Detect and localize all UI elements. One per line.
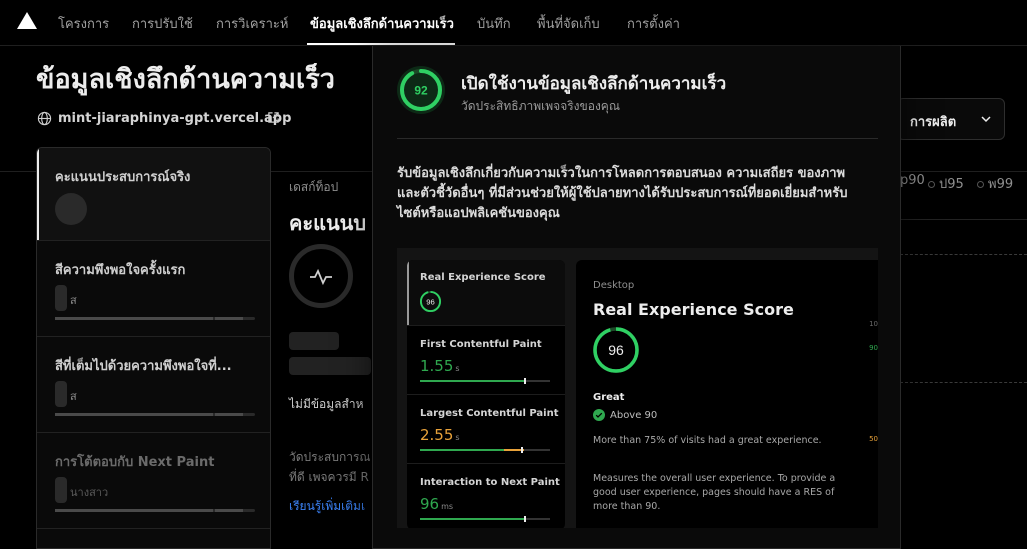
tab-projects[interactable]: โครงการ [58, 13, 109, 34]
preview-metric-list: Real Experience Score 96 First Contentfu… [407, 260, 565, 528]
preview-metric-bar [420, 516, 550, 522]
value-skeleton [55, 285, 67, 311]
metric-unit: นางสาว [70, 486, 109, 499]
score-badge-icon: 92 [397, 66, 445, 114]
axis-tick: 50 [869, 435, 878, 443]
top-nav: โครงการ การปรับใช้ การวิเคราะห์ ข้อมูลเช… [0, 0, 1027, 46]
metric-bar [55, 413, 255, 416]
external-link-icon[interactable] [267, 111, 280, 124]
tab-deployments[interactable]: การปรับใช้ [132, 13, 193, 34]
preview-item-fcp: First Contentful Paint 1.55 s [407, 326, 565, 395]
metric-name: คะแนนประสบการณ์จริง [55, 170, 191, 185]
svg-text:92: 92 [414, 84, 428, 98]
percentile-label: ป95 [939, 177, 964, 192]
percentile-label: p90 [900, 173, 925, 188]
preview-metric-name: Real Experience Score [420, 272, 546, 283]
chart-divider [900, 219, 1027, 220]
environment-value: การผลิต [910, 115, 957, 130]
metric-bar [55, 317, 255, 320]
preview-metric-value: 2.55 s [420, 426, 460, 444]
preview-metric-bar [420, 378, 550, 384]
enable-speed-insights-popover: 92 เปิดใช้งานข้อมูลเชิงลึกด้านความเร็ว ว… [372, 46, 901, 549]
vercel-logo-icon[interactable] [17, 12, 37, 29]
radio-icon [977, 181, 984, 188]
check-circle-icon [593, 409, 605, 421]
detail-description: วัดประสบการณ ที่ดี เพจควรมี R [289, 447, 371, 487]
page-title: ข้อมูลเชิงลึกด้านความเร็ว [36, 64, 335, 95]
globe-icon [37, 111, 52, 126]
chart-gridline [900, 254, 1027, 255]
preview-detail-title: Real Experience Score [593, 300, 794, 319]
loading-spinner-icon [55, 193, 87, 225]
preview-item-inp: Interaction to Next Paint 96 ms [407, 464, 565, 528]
score-ring-icon: 96 [593, 327, 639, 373]
threshold-label: Above 90 [610, 410, 658, 421]
preview-device-label: Desktop [593, 280, 635, 291]
visits-summary: More than 75% of visits had a great expe… [593, 435, 822, 446]
metric-bar [55, 509, 255, 512]
learn-more-link[interactable]: เรียนรู้เพิ่มเติมเ [289, 497, 365, 516]
chevron-down-icon [981, 116, 991, 123]
detail-desc-line: ที่ดี เพจควรมี R [289, 470, 369, 484]
preview-metric-value: 1.55 s [420, 357, 460, 375]
tab-settings[interactable]: การตั้งค่า [627, 13, 680, 34]
metric-name: สีที่เต็มไปด้วยความพึงพอใจที่... [55, 359, 232, 374]
preview-metric-name: Largest Contentful Paint [420, 408, 559, 419]
preview-item-res: Real Experience Score 96 [407, 260, 565, 326]
preview-metric-name: Interaction to Next Paint [420, 477, 560, 488]
no-data-message: ไม่มีข้อมูลสำห [289, 397, 364, 411]
value-skeleton [55, 381, 67, 407]
percentile-p99[interactable]: พ99 [977, 173, 1013, 194]
metric-description: Measures the overall user experience. To… [593, 473, 836, 512]
popover-body: รับข้อมูลเชิงลึกเกี่ยวกับความเร็วในการโห… [397, 166, 848, 221]
metric-unit: ส [70, 294, 77, 307]
radio-icon [928, 181, 935, 188]
metric-name: การโต้ตอบกับ Next Paint [55, 455, 215, 470]
preview-metric-bar [420, 447, 550, 453]
metric-item-lcp[interactable]: สีที่เต็มไปด้วยความพึงพอใจที่... ส [37, 337, 270, 433]
tab-storage[interactable]: พื้นที่จัดเก็บ [537, 13, 600, 34]
metric-unit: ส [70, 390, 77, 403]
tab-logs[interactable]: บันทึก [477, 13, 511, 34]
domain-link[interactable]: mint-jiaraphinya-gpt.vercel.app [58, 111, 291, 126]
percentile-p95[interactable]: ป95 [928, 173, 964, 194]
pulse-icon [310, 268, 332, 286]
percentile-p90[interactable]: p90 [900, 173, 925, 188]
preview-metric-value: 96 ms [420, 495, 454, 513]
chart-gridline [900, 382, 1027, 383]
device-label: เดสก์ท็อป [289, 180, 339, 194]
active-tab-indicator [307, 43, 455, 45]
rating-label: Great [593, 392, 625, 403]
value-skeleton [55, 477, 67, 503]
popover-divider [397, 138, 878, 139]
preview-image: Real Experience Score 96 First Contentfu… [397, 248, 878, 528]
popover-subtitle: วัดประสิทธิภาพเพจจริงของคุณ [461, 99, 620, 113]
metric-item-res[interactable]: คะแนนประสบการณ์จริง [37, 148, 270, 241]
detail-desc-line: วัดประสบการณ [289, 450, 371, 464]
tab-speed-insights[interactable]: ข้อมูลเชิงลึกด้านความเร็ว [310, 13, 454, 34]
preview-metric-name: First Contentful Paint [420, 339, 542, 350]
metric-item-inp[interactable]: การโต้ตอบกับ Next Paint นางสาว [37, 433, 270, 529]
axis-tick: 90 [869, 344, 878, 352]
axis-tick: 10 [869, 320, 878, 328]
metric-name: สีความพึงพอใจครั้งแรก [55, 263, 186, 278]
preview-item-lcp: Largest Contentful Paint 2.55 s [407, 395, 565, 464]
skeleton-block [289, 332, 339, 350]
svg-text:96: 96 [608, 342, 624, 358]
preview-detail: Desktop Real Experience Score 96 Great A… [576, 260, 878, 528]
metric-list: คะแนนประสบการณ์จริง สีความพึงพอใจครั้งแร… [36, 147, 271, 549]
detail-heading: คะแนนบ [289, 211, 367, 235]
skeleton-block [289, 357, 371, 375]
environment-select[interactable]: การผลิต [897, 98, 1005, 140]
tab-analytics[interactable]: การวิเคราะห์ [216, 13, 288, 34]
popover-title: เปิดใช้งานข้อมูลเชิงลึกด้านความเร็ว [461, 74, 727, 94]
metric-item-fcp[interactable]: สีความพึงพอใจครั้งแรก ส [37, 241, 270, 337]
score-ring-icon: 96 [419, 290, 442, 313]
percentile-label: พ99 [988, 177, 1014, 192]
svg-text:96: 96 [426, 297, 435, 306]
